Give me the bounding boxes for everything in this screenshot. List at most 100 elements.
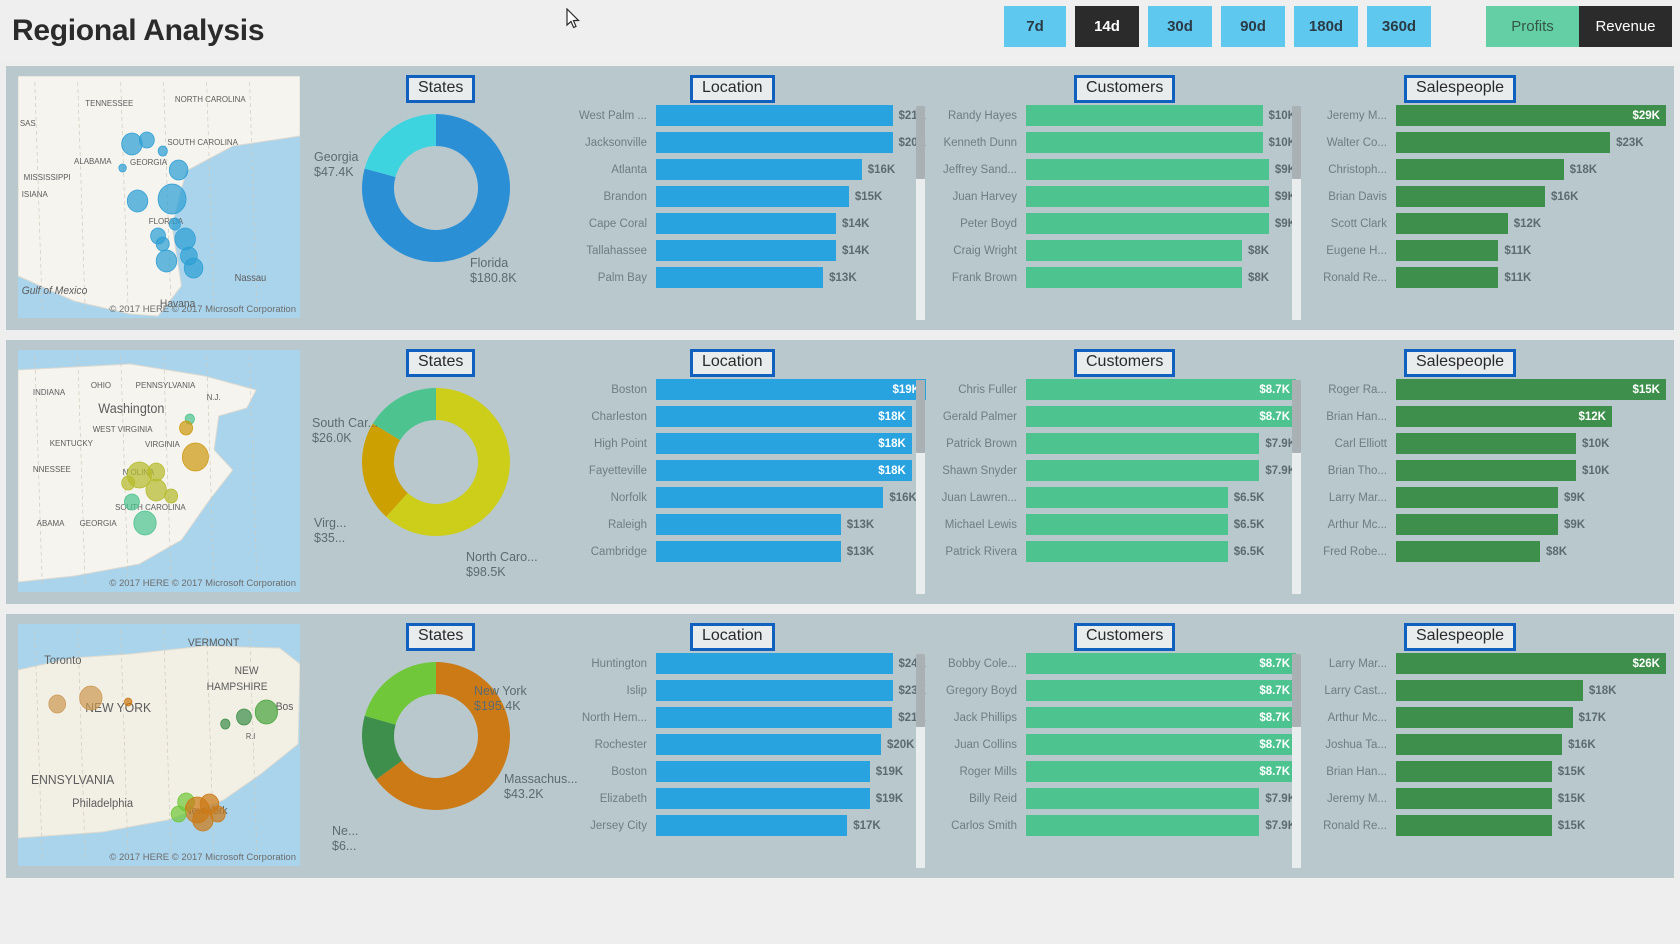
bar-fill[interactable] — [1396, 267, 1499, 288]
bar-row[interactable]: Cambridge $13K — [564, 538, 926, 565]
range-button-360d[interactable]: 360d — [1367, 6, 1431, 47]
bar-fill[interactable] — [1396, 680, 1583, 701]
bar-fill[interactable] — [656, 159, 862, 180]
bar-row[interactable]: Brian Han... $15K — [1304, 758, 1666, 785]
bar-fill[interactable] — [656, 734, 881, 755]
bar-row[interactable]: Elizabeth $19K — [564, 785, 926, 812]
bar-row[interactable]: Scott Clark $12K — [1304, 210, 1666, 237]
location-panel-title[interactable]: Location — [690, 623, 775, 651]
bar-row[interactable]: Eugene H... $11K — [1304, 237, 1666, 264]
bar-row[interactable]: Brian Davis $16K — [1304, 183, 1666, 210]
bar-row[interactable]: Arthur Mc... $17K — [1304, 704, 1666, 731]
bar-fill[interactable] — [1396, 487, 1558, 508]
bar-row[interactable]: Carl Elliott $10K — [1304, 430, 1666, 457]
bar-fill[interactable] — [1396, 159, 1564, 180]
bar-fill[interactable] — [656, 680, 893, 701]
bar-fill[interactable] — [1026, 240, 1242, 261]
map-panel[interactable]: Toronto VERMONT NEW HAMPSHIRE NEW YORK Bos ENN… — [6, 614, 308, 878]
states-panel-title[interactable]: States — [406, 75, 476, 103]
bar-fill[interactable] — [1396, 186, 1545, 207]
bar-row[interactable]: Shawn Snyder $7.9K — [934, 457, 1296, 484]
bar-row[interactable]: Ronald Re... $15K — [1304, 812, 1666, 839]
bar-fill[interactable] — [656, 379, 926, 400]
bar-fill[interactable] — [1026, 707, 1296, 728]
bar-fill[interactable] — [1026, 433, 1260, 454]
bar-fill[interactable] — [1026, 159, 1269, 180]
bar-fill[interactable] — [1396, 653, 1666, 674]
measure-button-revenue[interactable]: Revenue — [1579, 6, 1672, 47]
bar-row[interactable]: Tallahassee $14K — [564, 237, 926, 264]
bar-fill[interactable] — [656, 132, 893, 153]
bar-fill[interactable] — [1396, 734, 1563, 755]
bar-row[interactable]: Palm Bay $13K — [564, 264, 926, 291]
bar-fill[interactable] — [1026, 815, 1260, 836]
bar-row[interactable]: Patrick Rivera $6.5K — [934, 538, 1296, 565]
salespeople-panel-title[interactable]: Salespeople — [1404, 623, 1517, 651]
customers-panel-title[interactable]: Customers — [1074, 623, 1176, 651]
bar-row[interactable]: Ronald Re... $11K — [1304, 264, 1666, 291]
location-panel-title[interactable]: Location — [690, 349, 775, 377]
bar-row[interactable]: Atlanta $16K — [564, 156, 926, 183]
bar-fill[interactable] — [1026, 734, 1296, 755]
bar-fill[interactable] — [1396, 815, 1552, 836]
salespeople-panel-title[interactable]: Salespeople — [1404, 75, 1517, 103]
bar-fill[interactable] — [1026, 761, 1296, 782]
bar-fill[interactable] — [1026, 680, 1296, 701]
bar-fill[interactable] — [1026, 267, 1242, 288]
map-panel[interactable]: OHIO PENNSYLVANIA INDIANA N.J. Washington WES… — [6, 340, 308, 604]
bar-row[interactable]: Brian Tho... $10K — [1304, 457, 1666, 484]
bar-row[interactable]: Roger Mills $8.7K — [934, 758, 1296, 785]
range-button-14d[interactable]: 14d — [1075, 6, 1139, 47]
bar-fill[interactable] — [1396, 132, 1611, 153]
bar-fill[interactable] — [1396, 379, 1666, 400]
scrollbar-thumb[interactable] — [1292, 106, 1301, 179]
bar-row[interactable]: Brandon $15K — [564, 183, 926, 210]
customers-scrollbar[interactable] — [1292, 106, 1301, 320]
bar-row[interactable]: Chris Fuller $8.7K — [934, 376, 1296, 403]
bar-fill[interactable] — [1396, 788, 1552, 809]
location-scrollbar[interactable] — [916, 654, 925, 868]
bar-fill[interactable] — [1026, 213, 1269, 234]
bar-fill[interactable] — [656, 105, 893, 126]
bar-fill[interactable] — [1396, 514, 1558, 535]
customers-panel-title[interactable]: Customers — [1074, 349, 1176, 377]
customers-scrollbar[interactable] — [1292, 654, 1301, 868]
customers-scrollbar[interactable] — [1292, 380, 1301, 594]
bar-row[interactable]: Gregory Boyd $8.7K — [934, 677, 1296, 704]
bar-fill[interactable] — [1026, 186, 1269, 207]
bar-row[interactable]: Raleigh $13K — [564, 511, 926, 538]
bar-row[interactable]: Billy Reid $7.9K — [934, 785, 1296, 812]
bar-fill[interactable] — [1026, 105, 1263, 126]
bar-fill[interactable] — [1396, 541, 1540, 562]
bar-row[interactable]: Arthur Mc... $9K — [1304, 511, 1666, 538]
bar-row[interactable]: Larry Cast... $18K — [1304, 677, 1666, 704]
bar-fill[interactable] — [1026, 406, 1296, 427]
range-button-90d[interactable]: 90d — [1221, 6, 1285, 47]
bar-fill[interactable] — [1026, 132, 1263, 153]
bar-row[interactable]: North Hem... $21K — [564, 704, 926, 731]
bar-fill[interactable] — [656, 487, 884, 508]
bar-row[interactable]: Gerald Palmer $8.7K — [934, 403, 1296, 430]
bar-fill[interactable] — [1026, 379, 1296, 400]
states-panel-title[interactable]: States — [406, 349, 476, 377]
bar-row[interactable]: Boston $19K — [564, 376, 926, 403]
bar-fill[interactable] — [656, 514, 841, 535]
scrollbar-thumb[interactable] — [916, 106, 925, 179]
bar-fill[interactable] — [1026, 541, 1228, 562]
bar-fill[interactable] — [1026, 460, 1260, 481]
bar-row[interactable]: Jack Phillips $8.7K — [934, 704, 1296, 731]
bar-row[interactable]: Roger Ra... $15K — [1304, 376, 1666, 403]
bar-fill[interactable] — [656, 815, 848, 836]
bar-row[interactable]: Jeremy M... $15K — [1304, 785, 1666, 812]
bar-row[interactable]: Kenneth Dunn $10K — [934, 129, 1296, 156]
location-scrollbar[interactable] — [916, 106, 925, 320]
bar-row[interactable]: Walter Co... $23K — [1304, 129, 1666, 156]
range-button-180d[interactable]: 180d — [1294, 6, 1358, 47]
salespeople-panel-title[interactable]: Salespeople — [1404, 349, 1517, 377]
bar-row[interactable]: Boston $19K — [564, 758, 926, 785]
scrollbar-thumb[interactable] — [1292, 380, 1301, 453]
bar-fill[interactable] — [1396, 433, 1576, 454]
bar-row[interactable]: Larry Mar... $26K — [1304, 650, 1666, 677]
bar-fill[interactable] — [656, 653, 893, 674]
bar-row[interactable]: Jeremy M... $29K — [1304, 102, 1666, 129]
